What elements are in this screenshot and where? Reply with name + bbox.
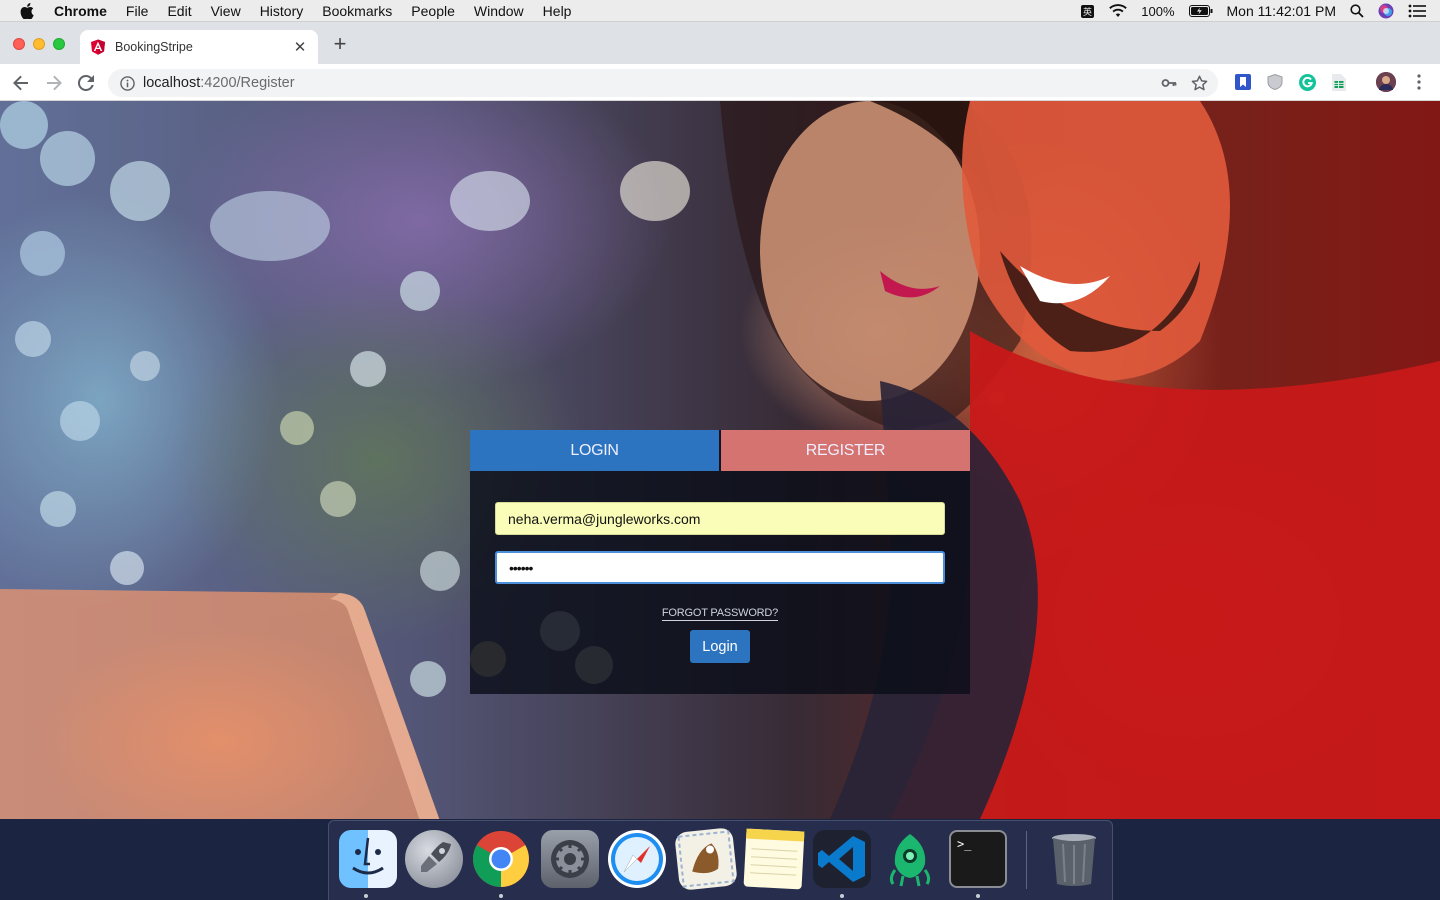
menu-app-name[interactable]: Chrome <box>54 3 107 19</box>
back-button[interactable] <box>10 72 32 94</box>
menu-edit[interactable]: Edit <box>167 3 191 19</box>
menu-bookmarks[interactable]: Bookmarks <box>322 3 392 19</box>
tab-register[interactable]: REGISTER <box>721 430 970 471</box>
email-field[interactable] <box>495 502 945 535</box>
mail-icon[interactable] <box>674 827 738 891</box>
bookmark-extension-icon[interactable] <box>1234 73 1252 91</box>
trash-icon[interactable] <box>1045 830 1103 888</box>
chrome-menu-icon[interactable] <box>1410 73 1428 91</box>
running-indicator <box>499 894 503 898</box>
battery-icon[interactable] <box>1188 5 1213 17</box>
menu-file[interactable]: File <box>126 3 149 19</box>
launchpad-icon[interactable] <box>405 830 463 888</box>
profile-avatar[interactable] <box>1376 72 1396 92</box>
reload-icon <box>78 75 94 91</box>
menu-help[interactable]: Help <box>543 3 572 19</box>
window-close-button[interactable] <box>13 38 25 50</box>
auth-panel: LOGIN REGISTER FORGOT PASSWORD? Login <box>470 430 970 694</box>
battery-percent[interactable]: 100% <box>1141 4 1174 19</box>
running-indicator <box>976 894 980 898</box>
browser-toolbar: localhost:4200/Register <box>0 64 1440 101</box>
grammarly-extension-icon[interactable] <box>1298 73 1316 91</box>
keyboard-input-icon[interactable]: 英 <box>1080 4 1095 19</box>
url-host: localhost <box>143 75 201 91</box>
bookmark-star-icon[interactable] <box>1191 75 1208 92</box>
password-field[interactable] <box>495 551 945 584</box>
forgot-password-row: FORGOT PASSWORD? <box>470 603 970 621</box>
siri-icon[interactable] <box>1378 3 1394 19</box>
tab-login[interactable]: LOGIN <box>470 430 719 471</box>
window-zoom-button[interactable] <box>53 38 65 50</box>
login-button[interactable]: Login <box>690 630 750 663</box>
shield-extension-icon[interactable] <box>1266 73 1284 91</box>
notification-center-icon[interactable] <box>1408 4 1426 18</box>
spotlight-search-icon[interactable] <box>1350 4 1364 18</box>
tab-title: BookingStripe <box>115 40 193 54</box>
window-minimize-button[interactable] <box>33 38 45 50</box>
forgot-password-link[interactable]: FORGOT PASSWORD? <box>661 607 778 621</box>
gitkraken-icon[interactable] <box>881 830 939 888</box>
dock-separator <box>1026 831 1027 889</box>
menu-history[interactable]: History <box>260 3 304 19</box>
menu-view[interactable]: View <box>211 3 241 19</box>
angular-favicon-icon <box>91 39 105 55</box>
svg-text:>_: >_ <box>957 837 972 851</box>
svg-text:英: 英 <box>1083 6 1092 18</box>
url-path: :4200/Register <box>200 75 295 91</box>
notes-icon[interactable] <box>743 828 805 890</box>
terminal-icon[interactable]: >_ <box>949 830 1007 888</box>
dock: >_ <box>328 820 1113 900</box>
tab-close-icon[interactable]: ✕ <box>292 38 308 56</box>
reload-button[interactable] <box>75 72 97 94</box>
arrow-left-icon <box>13 75 28 91</box>
menu-people[interactable]: People <box>411 3 455 19</box>
vscode-icon[interactable] <box>813 830 871 888</box>
new-tab-button[interactable]: + <box>330 33 350 55</box>
menu-window[interactable]: Window <box>474 3 524 19</box>
laptop-illustration <box>0 589 440 819</box>
auth-tabs: LOGIN REGISTER <box>470 430 970 471</box>
sheets-extension-icon[interactable] <box>1330 73 1348 91</box>
address-bar[interactable]: localhost:4200/Register <box>108 69 1218 97</box>
safari-icon[interactable] <box>608 830 666 888</box>
page-background: LOGIN REGISTER FORGOT PASSWORD? Login <box>0 101 1440 819</box>
wifi-icon[interactable] <box>1109 4 1128 18</box>
menu-bar: Chrome File Edit View History Bookmarks … <box>0 0 1440 22</box>
running-indicator <box>840 894 844 898</box>
key-icon[interactable] <box>1161 75 1177 91</box>
browser-tab[interactable]: BookingStripe ✕ <box>80 30 318 64</box>
info-icon[interactable] <box>120 75 135 91</box>
clock[interactable]: Mon 11:42:01 PM <box>1227 3 1336 19</box>
tab-strip: BookingStripe ✕ + <box>0 22 1440 64</box>
forward-button[interactable] <box>43 72 65 94</box>
running-indicator <box>364 894 368 898</box>
arrow-right-icon <box>47 75 62 91</box>
apple-menu-icon[interactable] <box>0 2 54 19</box>
finder-icon[interactable] <box>339 830 397 888</box>
chrome-icon[interactable] <box>472 830 530 888</box>
system-preferences-icon[interactable] <box>541 830 599 888</box>
